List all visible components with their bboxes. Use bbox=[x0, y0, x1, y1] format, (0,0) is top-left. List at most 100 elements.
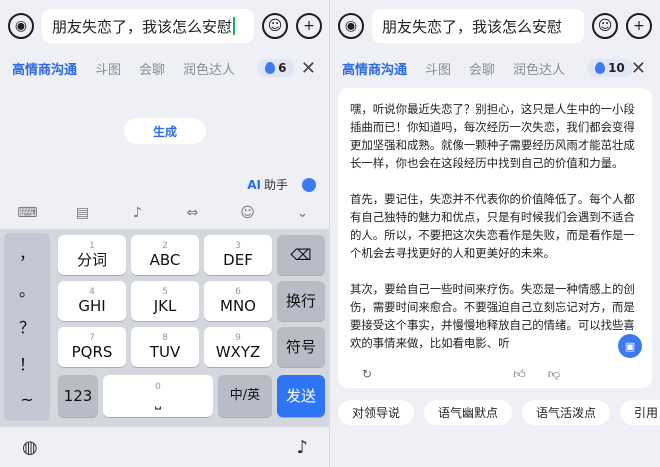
punct-key[interactable]: ， bbox=[4, 233, 50, 270]
key-number: 8 bbox=[162, 333, 168, 343]
plus-icon[interactable]: + bbox=[626, 13, 652, 39]
key-label: 123 bbox=[63, 387, 93, 405]
tab-chat[interactable]: 会聊 bbox=[469, 59, 495, 78]
tab-high-eq[interactable]: 高情商沟通 bbox=[12, 59, 77, 78]
cursor-move-icon[interactable]: ⇔ bbox=[182, 205, 204, 221]
voice-icon[interactable]: ◉ bbox=[338, 13, 364, 39]
delete-key[interactable]: ⌫ bbox=[277, 235, 325, 275]
reply-paragraph: 嘿，听说你最近失恋了？别担心，这只是人生中的一小段插曲而已！你知道吗，每次经历一… bbox=[350, 102, 635, 170]
key-3[interactable]: 3 DEF bbox=[204, 235, 272, 275]
left-keyboard-panel: ◉ 朋友失恋了，我该怎么安慰 ☺ + 高情商沟通 斗图 会聊 润色达人 6 ✕ … bbox=[0, 0, 330, 467]
collapse-icon[interactable]: ⌄ bbox=[292, 205, 314, 221]
generated-reply-card[interactable]: 嘿，听说你最近失恋了？别担心，这只是人生中的一小段插曲而已！你知道吗，每次经历一… bbox=[338, 88, 652, 388]
right-result-panel: ◉ 朋友失恋了，我该怎么安慰 ☺ + 高情商沟通 斗图 会聊 润色达人 10 ✕… bbox=[330, 0, 660, 467]
key-label: DEF bbox=[223, 251, 253, 269]
key-label: ABC bbox=[149, 251, 181, 269]
dictation-mic-icon[interactable]: ♪ bbox=[297, 437, 309, 458]
space-key[interactable]: 0 ⎵ bbox=[103, 375, 213, 417]
message-input[interactable]: 朋友失恋了，我该怎么安慰 bbox=[372, 9, 584, 43]
language-switch-key[interactable]: 中/英 bbox=[218, 375, 272, 417]
energy-badge[interactable]: 6 bbox=[257, 59, 295, 77]
reply-paragraph: 其次，要给自己一些时间来疗伤。失恋是一种情感上的创伤，需要时间来愈合。不要强迫自… bbox=[350, 282, 635, 350]
newline-key[interactable]: 换行 bbox=[277, 281, 325, 321]
key-label: 中/英 bbox=[229, 388, 261, 403]
punctuation-column: ， 。 ？ ！ ~ bbox=[4, 233, 50, 421]
key-label: 分词 bbox=[76, 251, 107, 269]
key-label: TUV bbox=[149, 343, 181, 361]
key-9[interactable]: 9 WXYZ bbox=[204, 327, 272, 367]
key-number: 6 bbox=[235, 287, 241, 297]
keyboard-switch-icon[interactable]: ⌨ bbox=[17, 205, 39, 221]
key-label: WXYZ bbox=[215, 343, 261, 361]
key-number: 9 bbox=[235, 333, 241, 343]
helper-label: 助手 bbox=[263, 178, 288, 192]
text-caret bbox=[233, 17, 236, 35]
key-label: 发送 bbox=[285, 387, 316, 405]
backspace-icon: ⌫ bbox=[290, 246, 312, 264]
key-number: 0 bbox=[155, 382, 161, 392]
key-8[interactable]: 8 TUV bbox=[131, 327, 199, 367]
reply-paragraph: 首先，要记住，失恋并不代表你的价值降低了。每个人都有自己独特的魅力和优点，只是有… bbox=[350, 192, 635, 260]
reply-actions: ↻ 👍︎ 👎︎ bbox=[338, 360, 652, 388]
voice-icon[interactable]: ◉ bbox=[8, 13, 34, 39]
refresh-icon[interactable]: ↻ bbox=[362, 367, 372, 381]
numeric-key[interactable]: 123 bbox=[58, 375, 98, 417]
globe-icon[interactable]: ◍ bbox=[22, 437, 38, 458]
key-6[interactable]: 6 MNO bbox=[204, 281, 272, 321]
symbol-key[interactable]: 符号 bbox=[277, 327, 325, 367]
key-5[interactable]: 5 JKL bbox=[131, 281, 199, 321]
t9-keyboard: ， 。 ？ ！ ~ 1 分词 2 ABC 3 DEF ⌫ 4 GHI 5 JKL 6 MNO… bbox=[0, 229, 330, 427]
close-icon[interactable]: ✕ bbox=[301, 58, 316, 79]
tab-high-eq[interactable]: 高情商沟通 bbox=[342, 59, 407, 78]
key-label: JKL bbox=[153, 297, 177, 315]
key-number: 5 bbox=[162, 287, 168, 297]
plus-icon[interactable]: + bbox=[296, 13, 322, 39]
key-7[interactable]: 7 PQRS bbox=[58, 327, 126, 367]
tab-chat[interactable]: 会聊 bbox=[139, 59, 165, 78]
key-2[interactable]: 2 ABC bbox=[131, 235, 199, 275]
send-button[interactable]: 发送 bbox=[277, 375, 325, 417]
tab-meme[interactable]: 斗图 bbox=[425, 59, 451, 78]
energy-badge[interactable]: 10 bbox=[587, 59, 633, 77]
suggestion-chip[interactable]: 对领导说 bbox=[338, 400, 415, 425]
energy-count: 6 bbox=[278, 61, 287, 75]
key-number: 1 bbox=[89, 241, 95, 251]
ai-helper-label[interactable]: AI 助手 bbox=[247, 176, 316, 193]
emoji-icon[interactable]: ☺ bbox=[262, 13, 288, 39]
drop-icon bbox=[265, 62, 276, 74]
close-icon[interactable]: ✕ bbox=[631, 58, 646, 79]
suggestion-chip[interactable]: 语气活泼点 bbox=[522, 400, 611, 425]
key-number: 2 bbox=[162, 241, 168, 251]
robot-icon bbox=[302, 177, 316, 192]
emoji-toolbar-icon[interactable]: ☺ bbox=[237, 205, 259, 221]
mic-icon[interactable]: ♪ bbox=[127, 205, 149, 221]
suggestion-chip[interactable]: 语气幽默点 bbox=[424, 400, 513, 425]
tab-meme[interactable]: 斗图 bbox=[95, 59, 121, 78]
thumbs-up-icon[interactable]: 👍︎ bbox=[513, 367, 526, 382]
tab-polish[interactable]: 润色达人 bbox=[513, 59, 565, 78]
assistant-float-icon[interactable]: ▣ bbox=[618, 334, 642, 358]
generate-button[interactable]: 生成 bbox=[124, 118, 206, 144]
system-bar: ◍ ♪ bbox=[0, 427, 330, 467]
tab-polish[interactable]: 润色达人 bbox=[183, 59, 235, 78]
punct-key[interactable]: 。 bbox=[4, 270, 50, 307]
clipboard-icon[interactable]: ▤ bbox=[72, 205, 94, 221]
key-label: GHI bbox=[78, 297, 106, 315]
message-input-text: 朋友失恋了，我该怎么安慰 bbox=[52, 17, 233, 36]
ai-tabs: 高情商沟通 斗图 会聊 润色达人 10 ✕ bbox=[330, 54, 660, 82]
key-number: 3 bbox=[235, 241, 241, 251]
message-input[interactable]: 朋友失恋了，我该怎么安慰 bbox=[42, 9, 254, 43]
energy-count: 10 bbox=[608, 61, 625, 75]
thumbs-down-icon[interactable]: 👎︎ bbox=[548, 367, 560, 382]
ai-tabs: 高情商沟通 斗图 会聊 润色达人 6 ✕ bbox=[0, 54, 330, 82]
suggestion-chip[interactable]: 引用 bbox=[620, 400, 660, 425]
key-1[interactable]: 1 分词 bbox=[58, 235, 126, 275]
emoji-icon[interactable]: ☺ bbox=[592, 13, 618, 39]
ai-label: AI bbox=[247, 177, 261, 192]
punct-key[interactable]: ！ bbox=[4, 344, 50, 381]
punct-key[interactable]: ~ bbox=[4, 381, 50, 418]
input-bar: ◉ 朋友失恋了，我该怎么安慰 ☺ + bbox=[330, 0, 660, 52]
punct-key[interactable]: ？ bbox=[4, 307, 50, 344]
key-4[interactable]: 4 GHI bbox=[58, 281, 126, 321]
input-bar: ◉ 朋友失恋了，我该怎么安慰 ☺ + bbox=[0, 0, 330, 52]
